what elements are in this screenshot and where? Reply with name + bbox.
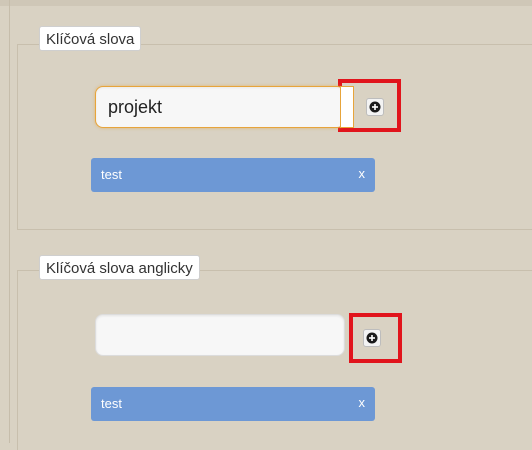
remove-tag-button[interactable]: x <box>359 158 366 190</box>
keyword-tag-label: test <box>101 167 122 182</box>
top-strip <box>0 0 532 6</box>
add-keyword-button[interactable] <box>366 98 384 116</box>
keyword-english-tag-label: test <box>101 396 122 411</box>
plus-circle-icon <box>369 101 381 113</box>
keywords-english-fieldset <box>17 270 532 450</box>
keywords-fieldset <box>17 44 532 230</box>
keyword-english-tag: test x <box>91 387 375 421</box>
keywords-legend: Klíčová slova <box>39 26 142 51</box>
add-keyword-english-button[interactable] <box>363 329 381 347</box>
keywords-english-legend: Klíčová slova anglicky <box>39 255 200 280</box>
keyword-english-input[interactable] <box>95 314 345 356</box>
keyword-input[interactable] <box>95 86 345 128</box>
plus-circle-icon <box>366 332 378 344</box>
left-rule <box>9 0 10 443</box>
remove-english-tag-button[interactable]: x <box>359 387 366 419</box>
input-end-box <box>340 86 354 128</box>
keyword-tag: test x <box>91 158 375 192</box>
